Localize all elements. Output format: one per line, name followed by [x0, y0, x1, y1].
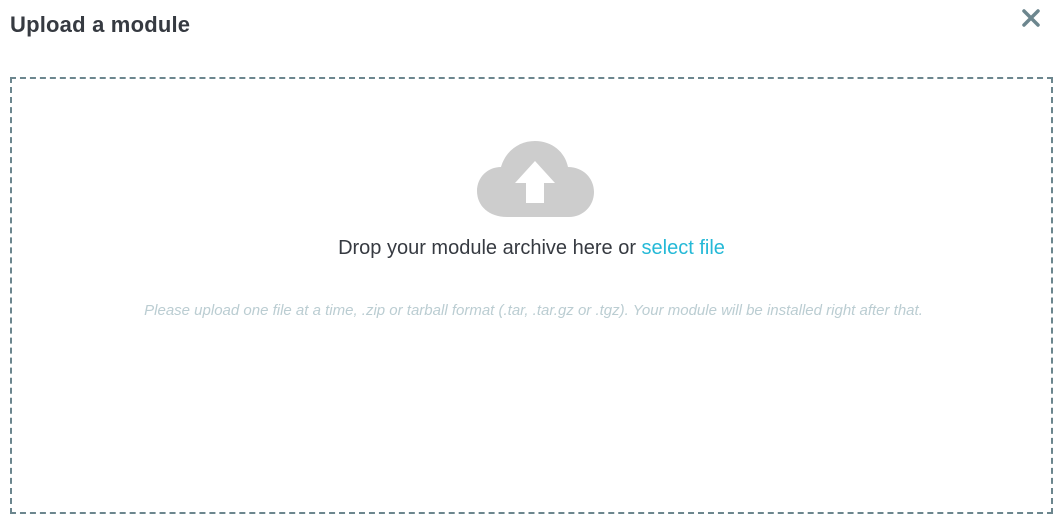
cloud-upload-icon	[477, 141, 594, 217]
close-icon	[1022, 9, 1040, 27]
drop-text: Drop your module archive here or	[338, 237, 636, 259]
close-button[interactable]	[1015, 2, 1047, 34]
dropzone[interactable]: Drop your module archive here or select …	[10, 77, 1053, 514]
upload-help-text: Please upload one file at a time, .zip o…	[144, 302, 923, 319]
select-file-link[interactable]: select file	[642, 237, 725, 259]
modal-title: Upload a module	[10, 12, 191, 37]
upload-module-modal: Upload a module Drop your module archive…	[0, 0, 1055, 515]
drop-instructions: Drop your module archive here or select …	[12, 237, 1051, 260]
